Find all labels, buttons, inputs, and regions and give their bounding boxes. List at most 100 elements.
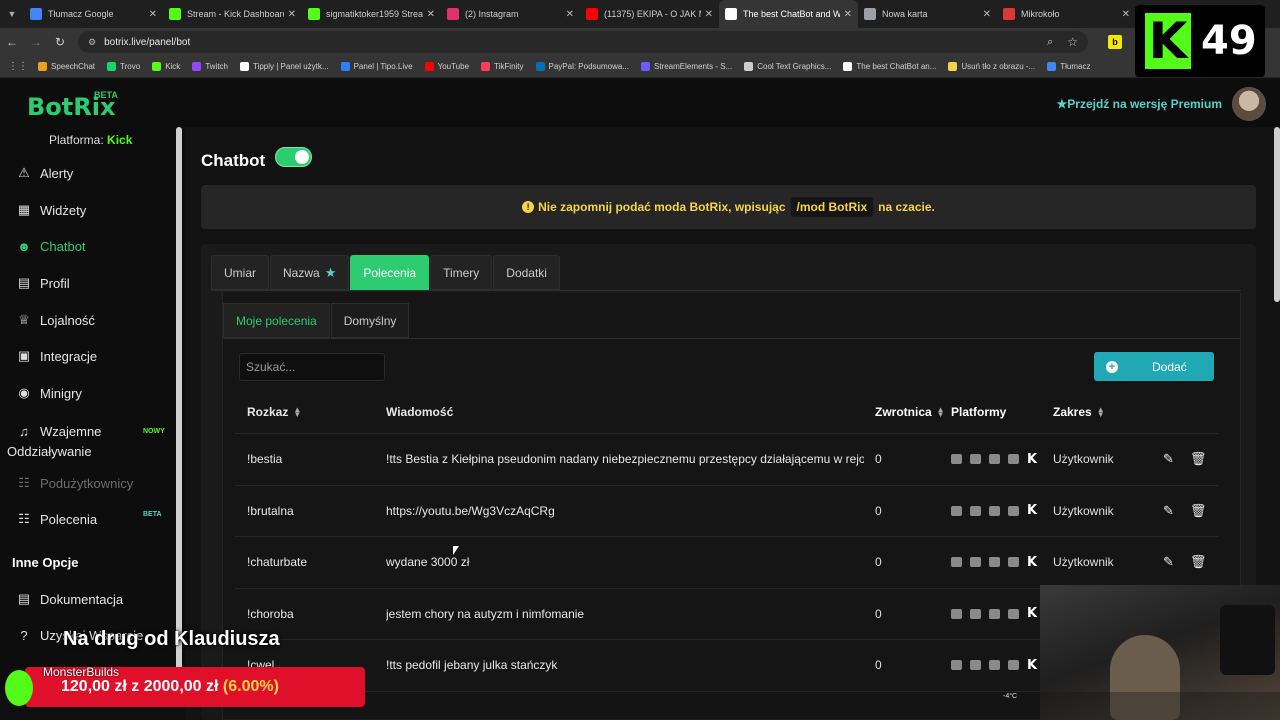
subtab-default[interactable]: Domyślny (330, 303, 410, 338)
bookmark-favicon-icon (744, 62, 754, 71)
bookmark-item[interactable]: Twitch (192, 62, 228, 71)
bookmark-item[interactable]: YouTube (424, 62, 469, 71)
tab-close-icon[interactable]: ✕ (566, 9, 574, 20)
kick-icon[interactable]: K (1027, 452, 1037, 467)
column-command[interactable]: Rozkaz ▲ ▼ (247, 390, 382, 433)
youtube-icon[interactable] (989, 454, 1000, 465)
sidebar-item-minigry[interactable]: ◉ Minigry (16, 379, 176, 407)
bookmark-item[interactable]: Cool Text Graphics... (744, 62, 831, 71)
browser-tab[interactable]: Tłumacz Google ✕ (24, 0, 163, 28)
bookmark-item[interactable]: Panel | Tipo.Live (340, 62, 413, 71)
chatbot-toggle[interactable] (275, 147, 312, 167)
back-icon[interactable]: ← (0, 35, 24, 49)
kick-icon[interactable]: K (1027, 555, 1037, 570)
bookmark-item[interactable]: StreamElements - S... (641, 62, 732, 71)
premium-link[interactable]: ★Przejdź na wersję Premium (1057, 97, 1223, 111)
forward-icon[interactable]: → (24, 35, 48, 49)
sidebar-item-alerty[interactable]: ⚠ Alerty (16, 159, 176, 187)
sidebar-item-polecenia[interactable]: ☷ Polecenia (16, 505, 176, 533)
sidebar-item-podużytkownicy[interactable]: ☷ Podużytkownicy (16, 469, 176, 497)
kick-icon[interactable]: K (1027, 658, 1037, 673)
browser-tab[interactable]: sigmatiktoker1959 Stream ✕ (302, 0, 441, 28)
twitch-icon[interactable] (970, 557, 981, 568)
twitch-icon[interactable] (970, 454, 981, 465)
discord-icon[interactable] (1008, 454, 1019, 465)
trovo-icon[interactable] (951, 557, 962, 568)
delete-trash-icon[interactable]: 🗑 (1190, 503, 1207, 519)
youtube-icon[interactable] (989, 557, 1000, 568)
column-scope[interactable]: Zakres ▲ ▼ (1053, 390, 1153, 433)
browser-tab[interactable]: Stream - Kick Dashboard ✕ (163, 0, 302, 28)
discord-icon[interactable] (1008, 660, 1019, 671)
tab-label: Dodatki (506, 265, 547, 280)
site-info-icon[interactable]: ⚙ (88, 37, 96, 48)
youtube-icon[interactable] (989, 505, 1000, 516)
trovo-icon[interactable] (951, 454, 962, 465)
browser-tab[interactable]: The best ChatBot and Wi ✕ (719, 0, 858, 28)
tab-close-icon[interactable]: ✕ (288, 9, 296, 20)
twitch-icon[interactable] (970, 608, 981, 619)
discord-icon[interactable] (1008, 557, 1019, 568)
bookmark-item[interactable]: Kick (152, 62, 180, 71)
tab-dodatki[interactable]: Dodatki (493, 255, 560, 290)
tab-timery[interactable]: Timery (430, 255, 493, 290)
youtube-icon[interactable] (989, 660, 1000, 671)
trovo-icon[interactable] (951, 660, 962, 671)
sidebar-item-chatbot[interactable]: ☻ Chatbot (16, 232, 176, 260)
youtube-icon[interactable] (989, 608, 1000, 619)
zoom-icon[interactable]: ⌕ (1047, 36, 1053, 49)
bookmark-item[interactable]: The best ChatBot an... (843, 62, 936, 71)
kick-icon[interactable]: K (1027, 503, 1037, 518)
discord-icon[interactable] (1008, 608, 1019, 619)
tab-umiar[interactable]: Umiar (211, 255, 269, 290)
tab-close-icon[interactable]: ✕ (427, 9, 435, 20)
trovo-icon[interactable] (951, 608, 962, 619)
sidebar-scrollbar[interactable] (176, 127, 182, 687)
browser-tab[interactable]: (2) Instagram ✕ (441, 0, 580, 28)
reload-icon[interactable]: ↻ (48, 35, 72, 49)
sidebar-item-lojalność[interactable]: ♕ Lojalność (16, 306, 176, 334)
edit-pencil-icon[interactable]: ✎ (1163, 554, 1174, 570)
trovo-icon[interactable] (951, 505, 962, 516)
tab-close-icon[interactable]: ✕ (1122, 9, 1130, 20)
tab-search-icon[interactable]: ▼ (0, 0, 24, 28)
browser-tab[interactable]: (11375) EKIPA - O JAK MI ✕ (580, 0, 719, 28)
twitch-icon[interactable] (970, 505, 981, 516)
bookmark-item[interactable]: Tipply | Panel użytk... (239, 62, 329, 71)
tab-close-icon[interactable]: ✕ (844, 9, 852, 20)
delete-trash-icon[interactable]: 🗑 (1190, 554, 1207, 570)
address-bar[interactable]: ⚙ botrix.live/panel/bot ⌕ ☆ (78, 31, 1088, 53)
column-cooldown[interactable]: Zwrotnica ▲ ▼ (875, 390, 960, 433)
extension-icon[interactable]: b (1108, 35, 1122, 49)
bookmark-item[interactable]: Trovo (107, 62, 140, 71)
edit-pencil-icon[interactable]: ✎ (1163, 451, 1174, 467)
search-input[interactable] (239, 353, 385, 381)
edit-pencil-icon[interactable]: ✎ (1163, 503, 1174, 519)
tab-close-icon[interactable]: ✕ (705, 9, 713, 20)
bookmark-item[interactable]: TikFinity (481, 62, 524, 71)
kick-icon[interactable]: K (1027, 606, 1037, 621)
discord-icon[interactable] (1008, 505, 1019, 516)
tab-polecenia[interactable]: Polecenia (350, 255, 430, 290)
bookmark-item[interactable]: PayPal: Podsumowa... (535, 62, 629, 71)
tab-close-icon[interactable]: ✕ (983, 9, 991, 20)
bookmark-item[interactable]: SpeechChat (38, 62, 95, 71)
browser-tab[interactable]: Mikrokoło ✕ (997, 0, 1136, 28)
sidebar-item-profil[interactable]: ▤ Profil (16, 269, 176, 297)
delete-trash-icon[interactable]: 🗑 (1190, 451, 1207, 467)
sidebar-item-widżety[interactable]: ▦ Widżety (16, 196, 176, 224)
subtab-my-commands[interactable]: Moje polecenia (223, 303, 330, 338)
bookmark-item[interactable]: Usuń tło z obrazu -... (948, 62, 1035, 71)
browser-tab[interactable]: Nowa karta ✕ (858, 0, 997, 28)
apps-grid-icon[interactable]: ⋮⋮ (8, 61, 28, 72)
page-scrollbar[interactable] (1274, 127, 1280, 302)
twitch-icon[interactable] (970, 660, 981, 671)
bookmark-star-icon[interactable]: ☆ (1067, 35, 1078, 49)
tab-close-icon[interactable]: ✕ (149, 9, 157, 20)
sidebar-item-dokumentacja[interactable]: ▤ Dokumentacja (16, 585, 176, 613)
sidebar-item-integracje[interactable]: ▣ Integracje (16, 342, 176, 370)
user-avatar[interactable] (1232, 87, 1266, 121)
add-command-button[interactable]: + Dodać (1094, 352, 1214, 381)
bookmark-item[interactable]: Tłumacz (1047, 62, 1090, 71)
tab-nazwa[interactable]: Nazwa ★ (270, 255, 350, 290)
